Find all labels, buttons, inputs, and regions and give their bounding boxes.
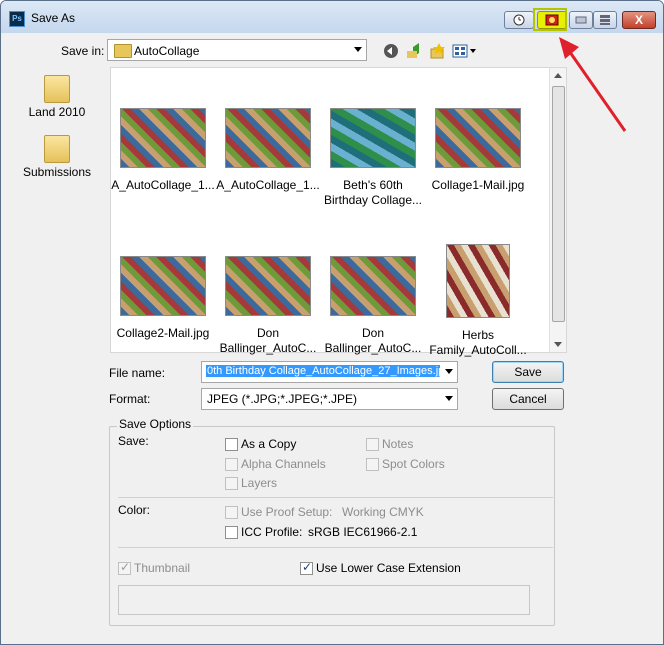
file-item[interactable]: Collage2-Mail.jpg [111, 256, 215, 341]
file-thumbnail [435, 108, 521, 168]
save-in-dropdown[interactable]: AutoCollage [107, 39, 367, 61]
file-item[interactable]: Beth's 60th Birthday Collage... [321, 108, 425, 208]
up-folder-icon[interactable] [407, 43, 419, 58]
checkbox-box [366, 438, 379, 451]
checkbox-box: ✓ [300, 560, 313, 575]
folder-icon [44, 75, 70, 103]
check-icon: ✓ [120, 560, 131, 574]
checkbox-box [225, 526, 238, 539]
file-item[interactable]: A_AutoCollage_1... [111, 108, 215, 193]
save-label: Save: [118, 434, 149, 448]
divider [118, 547, 553, 548]
view-menu-icon[interactable] [452, 44, 476, 58]
stack-icon [600, 15, 610, 25]
warning-message-box [118, 585, 530, 615]
file-name-label: File name: [109, 366, 166, 380]
checkbox-box [225, 477, 238, 490]
place-label: Land 2010 [28, 105, 86, 119]
place-land-2010[interactable]: Land 2010 [13, 75, 101, 119]
clock-icon [513, 14, 525, 26]
pin-icon [575, 16, 587, 24]
file-thumbnail [446, 244, 510, 318]
file-name: Collage1-Mail.jpg [431, 178, 525, 192]
file-thumbnail [330, 108, 416, 168]
place-label: Submissions [22, 165, 92, 179]
clock-icon-button[interactable] [504, 11, 534, 29]
title-bar: Ps Save As X [1, 1, 663, 33]
file-item[interactable]: A_AutoCollage_1... [216, 108, 320, 193]
file-name-value: 0th Birthday Collage_AutoCollage_27_Imag… [206, 365, 440, 377]
checkbox-box [225, 458, 238, 471]
window-title: Save As [31, 11, 76, 25]
proof-setup-value: Working CMYK [342, 505, 424, 519]
highlight-box [533, 8, 567, 31]
scroll-down-icon[interactable] [550, 338, 566, 352]
place-submissions[interactable]: Submissions [13, 135, 101, 179]
file-item[interactable]: Don Ballinger_AutoC... [321, 256, 425, 356]
checkbox-box [225, 438, 238, 451]
back-icon[interactable] [384, 44, 398, 58]
file-name: A_AutoCollage_1... [216, 178, 320, 192]
file-name: Beth's 60th Birthday Collage... [323, 178, 423, 207]
checkbox-box: ✓ [118, 560, 131, 575]
pin-icon-button[interactable] [569, 11, 593, 29]
save-button[interactable]: Save [492, 361, 564, 383]
file-item[interactable]: Collage1-Mail.jpg [426, 108, 530, 193]
photoshop-app-icon: Ps [9, 11, 25, 27]
divider [118, 497, 553, 498]
format-dropdown[interactable]: JPEG (*.JPG;*.JPEG;*.JPE) [201, 388, 458, 410]
checkbox-label: Use Lower Case Extension [316, 561, 461, 575]
format-label: Format: [109, 392, 151, 406]
file-item[interactable]: Don Ballinger_AutoC... [216, 256, 320, 356]
chevron-down-icon [445, 369, 453, 374]
file-thumbnail [120, 108, 206, 168]
checkbox-label: Spot Colors [382, 457, 445, 471]
places-bar: Land 2010 Submissions [13, 67, 105, 347]
file-name: Don Ballinger_AutoC... [324, 326, 422, 355]
file-name: Don Ballinger_AutoC... [219, 326, 317, 355]
file-item[interactable]: Herbs Family_AutoColl... [426, 244, 530, 358]
scrollbar-thumb[interactable] [552, 86, 565, 322]
chevron-down-icon [445, 396, 453, 401]
chevron-down-icon [354, 47, 362, 52]
file-thumbnail [330, 256, 416, 316]
icc-profile-value: sRGB IEC61966-2.1 [308, 525, 418, 539]
checkbox-label: As a Copy [241, 437, 297, 451]
file-name-input[interactable]: 0th Birthday Collage_AutoCollage_27_Imag… [201, 361, 458, 383]
checkbox-label: Notes [382, 437, 414, 451]
new-folder-icon[interactable] [430, 43, 445, 59]
folder-icon [44, 135, 70, 163]
file-thumbnail [120, 256, 206, 316]
color-label: Color: [118, 503, 151, 517]
checkbox-label: Layers [241, 476, 278, 490]
vertical-scrollbar[interactable] [549, 68, 566, 352]
save-as-dialog: Ps Save As X Save in: AutoCollage Land 2… [0, 0, 664, 645]
scroll-up-icon[interactable] [550, 68, 566, 82]
checkbox-label: Alpha Channels [241, 457, 326, 471]
file-name: Collage2-Mail.jpg [116, 326, 210, 340]
stack-icon-button[interactable] [593, 11, 617, 29]
file-thumbnail [225, 108, 311, 168]
save-in-value: AutoCollage [134, 44, 200, 58]
checkbox-box [366, 458, 379, 471]
checkbox-label: Use Proof Setup: [241, 505, 333, 519]
save-in-label: Save in: [61, 44, 105, 58]
file-name: A_AutoCollage_1... [111, 178, 215, 192]
checkbox-label: ICC Profile: [241, 525, 303, 539]
checkbox-box [225, 506, 238, 519]
file-name: Herbs Family_AutoColl... [429, 328, 527, 357]
file-list: A_AutoCollage_1... A_AutoCollage_1... Be… [110, 67, 567, 357]
format-value: JPEG (*.JPG;*.JPEG;*.JPE) [207, 392, 358, 406]
file-thumbnail [225, 256, 311, 316]
nav-toolbar [384, 43, 476, 59]
save-options-title: Save Options [117, 417, 194, 431]
close-button[interactable]: X [622, 11, 656, 29]
cancel-button[interactable]: Cancel [492, 388, 564, 410]
folder-icon [114, 44, 132, 58]
check-icon: ✓ [302, 560, 313, 574]
checkbox-label: Thumbnail [134, 561, 191, 575]
